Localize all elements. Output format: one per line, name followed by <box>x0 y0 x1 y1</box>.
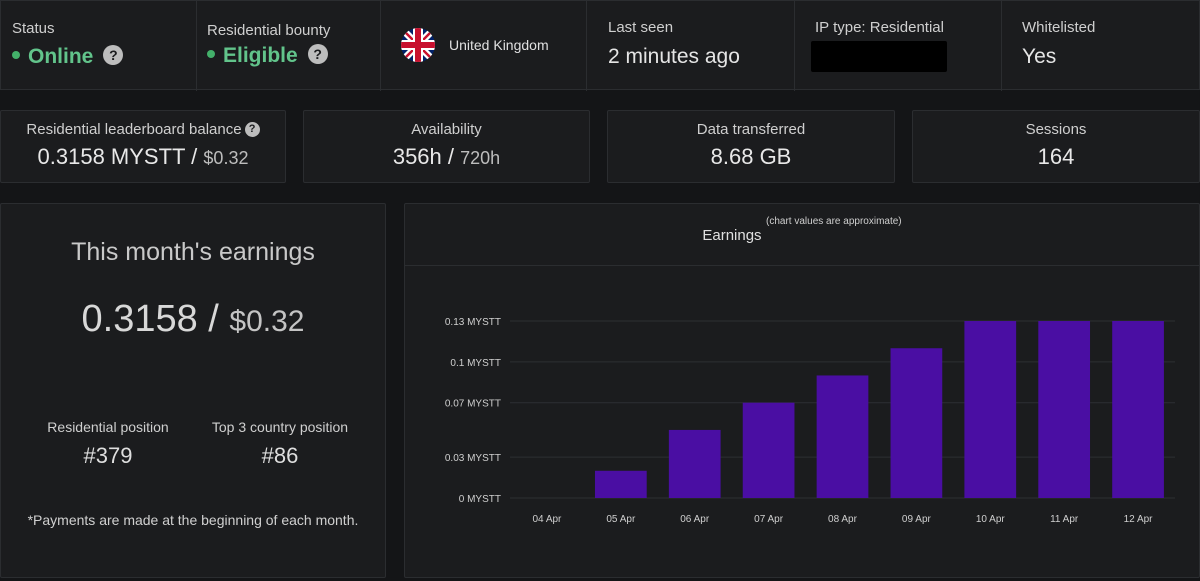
y-tick-label: 0.03 MYSTT <box>445 453 501 464</box>
sessions-label: Sessions <box>1025 121 1087 138</box>
bar <box>1038 321 1091 498</box>
bounty-label: Residential bounty <box>207 22 331 39</box>
bar <box>668 429 721 498</box>
residential-position-value: #379 <box>83 443 133 468</box>
sessions-card: Sessions 164 <box>912 110 1200 183</box>
status-label: Status <box>12 20 55 37</box>
residential-position: Residential position #379 <box>33 419 183 469</box>
balance-value: 0.3158 MYSTT / $0.32 <box>1 144 285 170</box>
residential-position-label: Residential position <box>47 419 169 435</box>
ip-type-label: IP type: Residential <box>815 19 944 36</box>
x-tick-label: 12 Apr <box>1124 514 1154 525</box>
x-tick-label: 06 Apr <box>680 514 710 525</box>
balance-mystt: 0.3158 MYSTT / <box>37 144 198 169</box>
x-tick-label: 08 Apr <box>828 514 858 525</box>
last-seen-label: Last seen <box>608 19 674 36</box>
availability-hours: 356h / <box>392 144 454 169</box>
balance-card: Residential leaderboard balance? 0.3158 … <box>0 110 286 183</box>
help-icon[interactable]: ? <box>244 121 260 137</box>
y-tick-label: 0.1 MYSTT <box>450 358 501 369</box>
online-dot-icon <box>12 51 20 60</box>
earnings-title: This month's earnings <box>71 238 315 266</box>
last-seen-cell: Last seen 2 minutes ago <box>587 1 795 91</box>
balance-label: Residential leaderboard balance? <box>1 121 285 138</box>
whitelisted-cell: Whitelisted Yes <box>1002 1 1200 91</box>
status-bar: Status Online? Residential bounty Eligib… <box>0 0 1200 91</box>
data-transferred-card: Data transferred 8.68 GB <box>607 110 895 183</box>
x-tick-label: 11 Apr <box>1050 514 1079 525</box>
status-cell: Status Online? <box>1 1 197 91</box>
availability-label: Availability <box>411 121 482 138</box>
status-value: Online? <box>12 45 124 69</box>
y-tick-label: 0.07 MYSTT <box>445 399 501 410</box>
help-icon[interactable]: ? <box>103 45 124 66</box>
earnings-chart-panel: Earnings (chart values are approximate) … <box>404 203 1200 578</box>
uk-flag-icon <box>401 28 435 62</box>
ip-type-cell: IP type: Residential <box>795 1 1002 91</box>
availability-total: 720h <box>460 148 501 168</box>
whitelisted-value: Yes <box>1022 45 1057 68</box>
whitelisted-label: Whitelisted <box>1022 19 1096 36</box>
sessions-value: 164 <box>1037 144 1075 169</box>
bounty-cell: Residential bounty Eligible? <box>197 1 381 91</box>
bar <box>1112 321 1164 498</box>
country-cell: United Kingdom <box>381 1 587 91</box>
eligible-dot-icon <box>207 50 215 59</box>
x-tick-label: 10 Apr <box>976 514 1006 525</box>
country-position-label: Top 3 country position <box>211 419 349 435</box>
availability-value: 356h / 720h <box>304 144 589 170</box>
country-name: United Kingdom <box>449 37 549 53</box>
bounty-text: Eligible <box>223 44 298 67</box>
bar <box>890 348 943 498</box>
bar <box>816 375 869 498</box>
data-transferred-value: 8.68 GB <box>710 144 792 169</box>
data-transferred-label: Data transferred <box>696 121 806 138</box>
earnings-usd: $0.32 <box>229 305 305 338</box>
availability-card: Availability 356h / 720h <box>303 110 590 183</box>
x-tick-label: 07 Apr <box>754 514 784 525</box>
ip-address-redacted <box>811 41 947 72</box>
country-position: Top 3 country position #86 <box>200 419 360 469</box>
earnings-mystt: 0.3158 / <box>81 298 219 340</box>
bounty-value: Eligible? <box>207 44 328 68</box>
x-tick-label: 09 Apr <box>902 514 932 525</box>
bar <box>594 470 647 498</box>
bar <box>742 402 795 498</box>
y-tick-label: 0.13 MYSTT <box>445 317 501 328</box>
y-tick-label: 0 MYSTT <box>459 494 501 505</box>
payment-note: *Payments are made at the beginning of e… <box>27 512 359 528</box>
x-tick-label: 04 Apr <box>532 514 562 525</box>
help-icon[interactable]: ? <box>307 44 328 65</box>
last-seen-value: 2 minutes ago <box>608 45 740 68</box>
balance-label-text: Residential leaderboard balance <box>26 121 242 138</box>
country-position-value: #86 <box>261 443 299 468</box>
earnings-value: 0.3158 / $0.32 <box>1 298 385 341</box>
status-text: Online <box>28 45 94 68</box>
chart-subtitle: (chart values are approximate) <box>766 216 902 227</box>
earnings-bar-chart: 0.13 MYSTT 0.1 MYSTT 0.07 MYSTT 0.03 MYSTT 0… <box>445 317 1175 525</box>
chart-header: Earnings (chart values are approximate) <box>405 204 1199 266</box>
bar <box>964 321 1017 498</box>
x-tick-label: 05 Apr <box>606 514 636 525</box>
balance-usd: $0.32 <box>203 148 249 168</box>
chart-title: Earnings <box>702 227 762 245</box>
earnings-summary-panel: This month's earnings 0.3158 / $0.32 Res… <box>0 203 386 578</box>
